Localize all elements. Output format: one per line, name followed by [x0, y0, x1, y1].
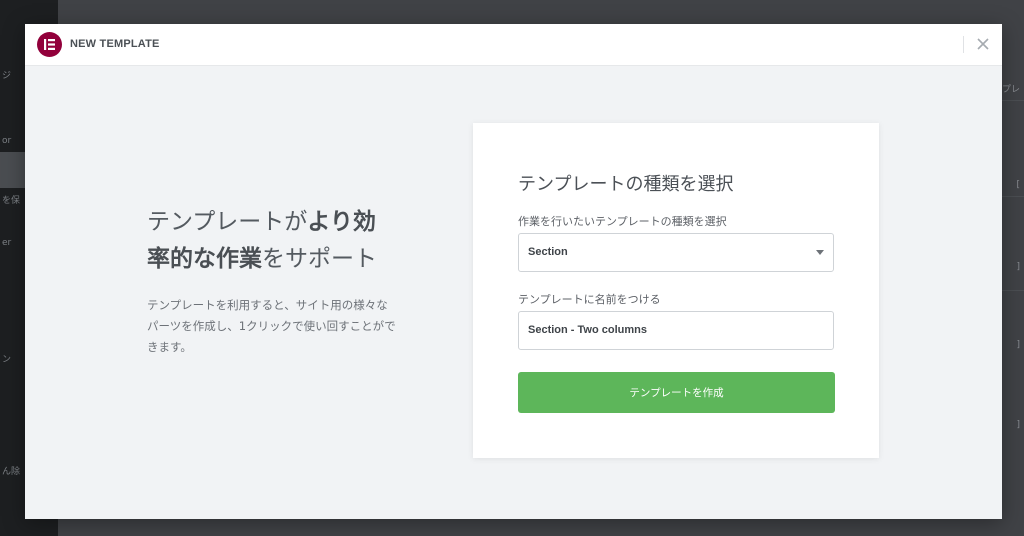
- promo-section: テンプレートがより効率的な作業をサポート テンプレートを利用すると、サイト用の様…: [147, 204, 397, 358]
- template-type-select[interactable]: Section: [518, 233, 834, 272]
- sidebar-fragment: を保: [2, 196, 21, 206]
- promo-title-part: をサポート: [262, 246, 377, 272]
- template-type-value: Section: [528, 246, 568, 258]
- close-icon: [977, 38, 989, 50]
- template-name-label: テンプレートに名前をつける: [518, 293, 661, 306]
- content-fragment: ]: [1016, 262, 1020, 272]
- close-button[interactable]: [972, 33, 994, 55]
- content-fragment: ]: [1016, 420, 1020, 430]
- sidebar-fragment: ジ: [2, 71, 12, 81]
- sidebar-fragment: or: [2, 136, 12, 146]
- content-fragment: プレ: [1001, 85, 1020, 95]
- sidebar-highlight: [0, 152, 28, 188]
- modal-header: NEW TEMPLATE: [25, 24, 1002, 66]
- modal-title: NEW TEMPLATE: [70, 38, 160, 50]
- chevron-down-icon: [816, 250, 824, 255]
- sidebar-fragment: er: [2, 238, 12, 248]
- create-template-button[interactable]: テンプレートを作成: [518, 372, 835, 413]
- sidebar-fragment: ン: [2, 355, 12, 365]
- form-title: テンプレートの種類を選択: [518, 174, 734, 195]
- template-form: テンプレートの種類を選択 作業を行いたいテンプレートの種類を選択 Section…: [473, 123, 879, 458]
- new-template-modal: NEW TEMPLATE テンプレートがより効率的な作業をサポート テンプレート…: [25, 24, 1002, 519]
- template-type-label: 作業を行いたいテンプレートの種類を選択: [518, 215, 727, 228]
- content-fragment: [: [1016, 180, 1020, 190]
- elementor-logo-icon: [37, 32, 62, 57]
- content-fragment: ]: [1016, 340, 1020, 350]
- promo-description: テンプレートを利用すると、サイト用の様々なパーツを作成し、1クリックで使い回すこ…: [147, 298, 396, 354]
- promo-title-part: テンプレートが: [147, 209, 308, 235]
- header-divider: [963, 36, 964, 53]
- sidebar-fragment: ん除: [2, 467, 21, 477]
- template-name-input[interactable]: Section - Two columns: [518, 311, 834, 350]
- template-name-value: Section - Two columns: [528, 324, 647, 336]
- promo-title: テンプレートがより効率的な作業をサポート: [147, 204, 397, 278]
- create-template-label: テンプレートを作成: [629, 387, 724, 399]
